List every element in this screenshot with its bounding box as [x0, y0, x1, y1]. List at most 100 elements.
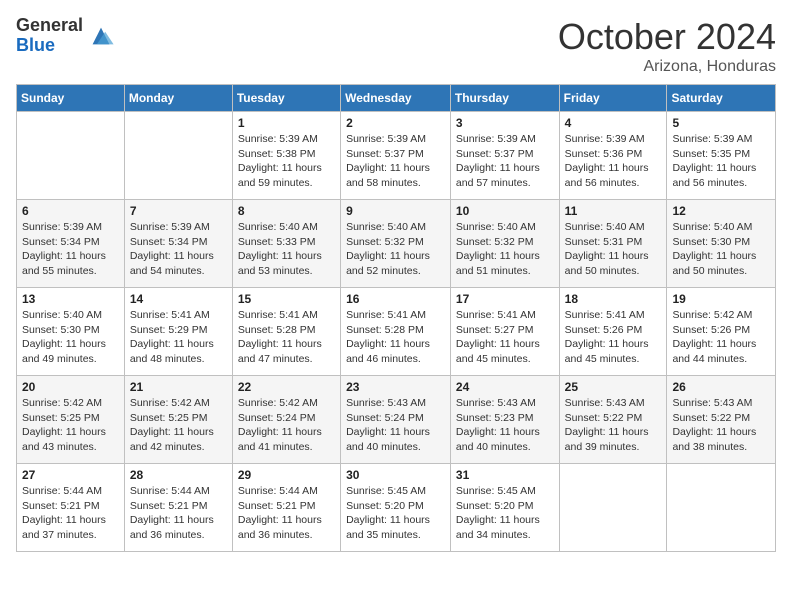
- day-info: Sunrise: 5:42 AMSunset: 5:24 PMDaylight:…: [238, 396, 335, 455]
- calendar-cell: 21 Sunrise: 5:42 AMSunset: 5:25 PMDayligh…: [124, 376, 232, 464]
- day-info: Sunrise: 5:40 AMSunset: 5:33 PMDaylight:…: [238, 220, 335, 279]
- header-day: Monday: [124, 85, 232, 112]
- day-number: 2: [346, 116, 445, 130]
- calendar-cell: 7Sunrise: 5:39 AMSunset: 5:34 PMDaylight…: [124, 200, 232, 288]
- day-info: Sunrise: 5:41 AMSunset: 5:27 PMDaylight:…: [456, 308, 554, 367]
- day-number: 13: [22, 292, 119, 306]
- calendar-week-row: 1 Sunrise: 5:39 AMSunset: 5:38 PMDaylight…: [17, 112, 776, 200]
- logo-icon: [87, 22, 115, 50]
- day-number: 4: [565, 116, 662, 130]
- day-info: Sunrise: 5:40 AMSunset: 5:30 PMDaylight:…: [672, 220, 770, 279]
- calendar-cell: [559, 464, 667, 552]
- calendar-week-row: 20 Sunrise: 5:42 AMSunset: 5:25 PMDayligh…: [17, 376, 776, 464]
- calendar-cell: 13 Sunrise: 5:40 AMSunset: 5:30 PMDayligh…: [17, 288, 125, 376]
- day-number: 21: [130, 380, 227, 394]
- day-number: 25: [565, 380, 662, 394]
- day-info: Sunrise: 5:41 AMSunset: 5:29 PMDaylight:…: [130, 308, 227, 367]
- calendar-cell: 29 Sunrise: 5:44 AMSunset: 5:21 PMDayligh…: [232, 464, 340, 552]
- day-number: 3: [456, 116, 554, 130]
- day-number: 24: [456, 380, 554, 394]
- day-number: 1: [238, 116, 335, 130]
- month-title: October 2024: [558, 16, 776, 58]
- day-info: Sunrise: 5:39 AMSunset: 5:38 PMDaylight:…: [238, 132, 335, 191]
- day-number: 28: [130, 468, 227, 482]
- day-info: Sunrise: 5:40 AMSunset: 5:30 PMDaylight:…: [22, 308, 119, 367]
- day-number: 9: [346, 204, 445, 218]
- header-day: Tuesday: [232, 85, 340, 112]
- day-info: Sunrise: 5:41 AMSunset: 5:26 PMDaylight:…: [565, 308, 662, 367]
- header-day: Friday: [559, 85, 667, 112]
- calendar-cell: 28 Sunrise: 5:44 AMSunset: 5:21 PMDayligh…: [124, 464, 232, 552]
- logo-blue-text: Blue: [16, 36, 83, 56]
- calendar-week-row: 6 Sunrise: 5:39 AMSunset: 5:34 PMDaylight…: [17, 200, 776, 288]
- day-info: Sunrise: 5:40 AMSunset: 5:32 PMDaylight:…: [456, 220, 554, 279]
- day-number: 16: [346, 292, 445, 306]
- day-info: Sunrise: 5:39 AMSunset: 5:34 PMDaylight:…: [22, 220, 119, 279]
- calendar-cell: [124, 112, 232, 200]
- logo-general-text: General: [16, 16, 83, 36]
- day-info: Sunrise: 5:43 AMSunset: 5:23 PMDaylight:…: [456, 396, 554, 455]
- day-info: Sunrise: 5:41 AMSunset: 5:28 PMDaylight:…: [238, 308, 335, 367]
- day-info: Sunrise: 5:43 AMSunset: 5:24 PMDaylight:…: [346, 396, 445, 455]
- calendar-cell: 31 Sunrise: 5:45 AMSunset: 5:20 PMDayligh…: [450, 464, 559, 552]
- day-info: Sunrise: 5:45 AMSunset: 5:20 PMDaylight:…: [456, 484, 554, 543]
- day-info: Sunrise: 5:42 AMSunset: 5:25 PMDaylight:…: [130, 396, 227, 455]
- header-day: Sunday: [17, 85, 125, 112]
- calendar-cell: 27 Sunrise: 5:44 AMSunset: 5:21 PMDayligh…: [17, 464, 125, 552]
- calendar-cell: 6 Sunrise: 5:39 AMSunset: 5:34 PMDaylight…: [17, 200, 125, 288]
- day-info: Sunrise: 5:39 AMSunset: 5:37 PMDaylight:…: [456, 132, 554, 191]
- day-number: 11: [565, 204, 662, 218]
- title-area: October 2024 Arizona, Honduras: [558, 16, 776, 76]
- calendar-cell: 26Sunrise: 5:43 AMSunset: 5:22 PMDayligh…: [667, 376, 776, 464]
- calendar-header: SundayMondayTuesdayWednesdayThursdayFrid…: [17, 85, 776, 112]
- calendar-cell: 23Sunrise: 5:43 AMSunset: 5:24 PMDayligh…: [341, 376, 451, 464]
- calendar-week-row: 27 Sunrise: 5:44 AMSunset: 5:21 PMDayligh…: [17, 464, 776, 552]
- calendar-cell: 5 Sunrise: 5:39 AMSunset: 5:35 PMDaylight…: [667, 112, 776, 200]
- day-number: 22: [238, 380, 335, 394]
- day-number: 19: [672, 292, 770, 306]
- calendar-week-row: 13 Sunrise: 5:40 AMSunset: 5:30 PMDayligh…: [17, 288, 776, 376]
- day-info: Sunrise: 5:41 AMSunset: 5:28 PMDaylight:…: [346, 308, 445, 367]
- logo: General Blue: [16, 16, 115, 56]
- day-info: Sunrise: 5:44 AMSunset: 5:21 PMDaylight:…: [130, 484, 227, 543]
- page-header: General Blue October 2024 Arizona, Hondu…: [16, 16, 776, 76]
- calendar-cell: 9 Sunrise: 5:40 AMSunset: 5:32 PMDaylight…: [341, 200, 451, 288]
- calendar-cell: 8Sunrise: 5:40 AMSunset: 5:33 PMDaylight…: [232, 200, 340, 288]
- calendar-cell: 11 Sunrise: 5:40 AMSunset: 5:31 PMDayligh…: [559, 200, 667, 288]
- day-number: 20: [22, 380, 119, 394]
- day-info: Sunrise: 5:40 AMSunset: 5:31 PMDaylight:…: [565, 220, 662, 279]
- day-number: 29: [238, 468, 335, 482]
- calendar-cell: 16 Sunrise: 5:41 AMSunset: 5:28 PMDayligh…: [341, 288, 451, 376]
- day-info: Sunrise: 5:42 AMSunset: 5:25 PMDaylight:…: [22, 396, 119, 455]
- calendar-cell: 4 Sunrise: 5:39 AMSunset: 5:36 PMDaylight…: [559, 112, 667, 200]
- day-info: Sunrise: 5:42 AMSunset: 5:26 PMDaylight:…: [672, 308, 770, 367]
- calendar-cell: 1 Sunrise: 5:39 AMSunset: 5:38 PMDaylight…: [232, 112, 340, 200]
- day-number: 17: [456, 292, 554, 306]
- day-info: Sunrise: 5:40 AMSunset: 5:32 PMDaylight:…: [346, 220, 445, 279]
- day-number: 10: [456, 204, 554, 218]
- day-number: 30: [346, 468, 445, 482]
- day-number: 18: [565, 292, 662, 306]
- calendar-cell: [17, 112, 125, 200]
- calendar-cell: 30Sunrise: 5:45 AMSunset: 5:20 PMDayligh…: [341, 464, 451, 552]
- day-info: Sunrise: 5:39 AMSunset: 5:37 PMDaylight:…: [346, 132, 445, 191]
- day-info: Sunrise: 5:39 AMSunset: 5:35 PMDaylight:…: [672, 132, 770, 191]
- calendar-table: SundayMondayTuesdayWednesdayThursdayFrid…: [16, 84, 776, 552]
- calendar-body: 1 Sunrise: 5:39 AMSunset: 5:38 PMDaylight…: [17, 112, 776, 552]
- day-info: Sunrise: 5:44 AMSunset: 5:21 PMDaylight:…: [22, 484, 119, 543]
- calendar-cell: 25Sunrise: 5:43 AMSunset: 5:22 PMDayligh…: [559, 376, 667, 464]
- day-number: 6: [22, 204, 119, 218]
- calendar-cell: 17 Sunrise: 5:41 AMSunset: 5:27 PMDayligh…: [450, 288, 559, 376]
- calendar-cell: 10 Sunrise: 5:40 AMSunset: 5:32 PMDayligh…: [450, 200, 559, 288]
- day-info: Sunrise: 5:44 AMSunset: 5:21 PMDaylight:…: [238, 484, 335, 543]
- day-number: 5: [672, 116, 770, 130]
- day-number: 27: [22, 468, 119, 482]
- day-number: 14: [130, 292, 227, 306]
- day-info: Sunrise: 5:39 AMSunset: 5:36 PMDaylight:…: [565, 132, 662, 191]
- calendar-cell: 15Sunrise: 5:41 AMSunset: 5:28 PMDayligh…: [232, 288, 340, 376]
- day-number: 31: [456, 468, 554, 482]
- header-row: SundayMondayTuesdayWednesdayThursdayFrid…: [17, 85, 776, 112]
- day-info: Sunrise: 5:39 AMSunset: 5:34 PMDaylight:…: [130, 220, 227, 279]
- calendar-cell: 12Sunrise: 5:40 AMSunset: 5:30 PMDayligh…: [667, 200, 776, 288]
- calendar-cell: 2 Sunrise: 5:39 AMSunset: 5:37 PMDaylight…: [341, 112, 451, 200]
